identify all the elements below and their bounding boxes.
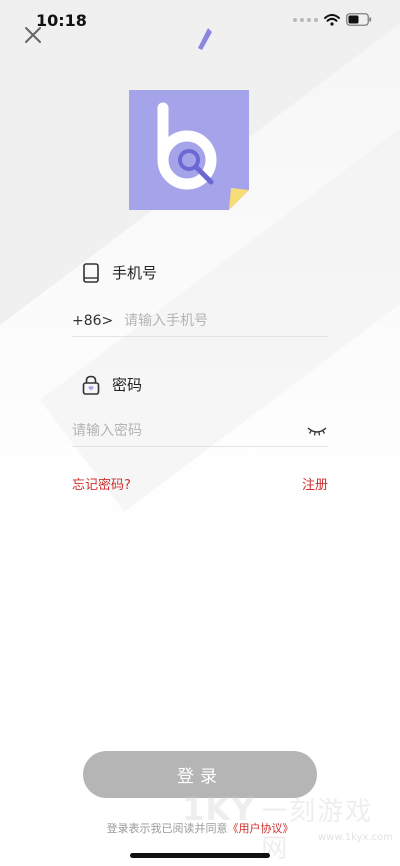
- phone-input[interactable]: [124, 313, 314, 329]
- user-agreement-link[interactable]: 《用户协议》: [228, 822, 294, 835]
- phone-field: +86>: [72, 306, 328, 337]
- agreement-text: 登录表示我已阅读并同意《用户协议》: [0, 820, 400, 836]
- close-icon[interactable]: [22, 24, 44, 46]
- phone-label-row: 手机号: [82, 262, 157, 283]
- register-link[interactable]: 注册: [302, 474, 328, 493]
- background-wash: [0, 0, 400, 540]
- password-input[interactable]: [72, 423, 272, 439]
- password-field: [72, 416, 328, 447]
- phone-label: 手机号: [112, 264, 158, 282]
- home-indicator: [130, 853, 270, 858]
- decorative-stripe-icon: [198, 28, 212, 50]
- lock-icon: [82, 375, 100, 395]
- signal-icon: [293, 17, 318, 22]
- app-logo: [129, 90, 249, 210]
- status-icons: [293, 13, 372, 26]
- password-label-row: 密码: [82, 374, 142, 395]
- login-button[interactable]: 登录: [83, 751, 317, 798]
- wifi-icon: [324, 13, 340, 26]
- forgot-password-link[interactable]: 忘记密码?: [72, 474, 131, 493]
- country-code-selector[interactable]: +86>: [72, 313, 124, 329]
- agreement-prefix: 登录表示我已阅读并同意: [106, 822, 228, 835]
- battery-icon: [346, 13, 372, 26]
- password-label: 密码: [112, 376, 143, 394]
- phone-icon: [83, 262, 99, 283]
- eye-closed-icon[interactable]: [306, 425, 328, 437]
